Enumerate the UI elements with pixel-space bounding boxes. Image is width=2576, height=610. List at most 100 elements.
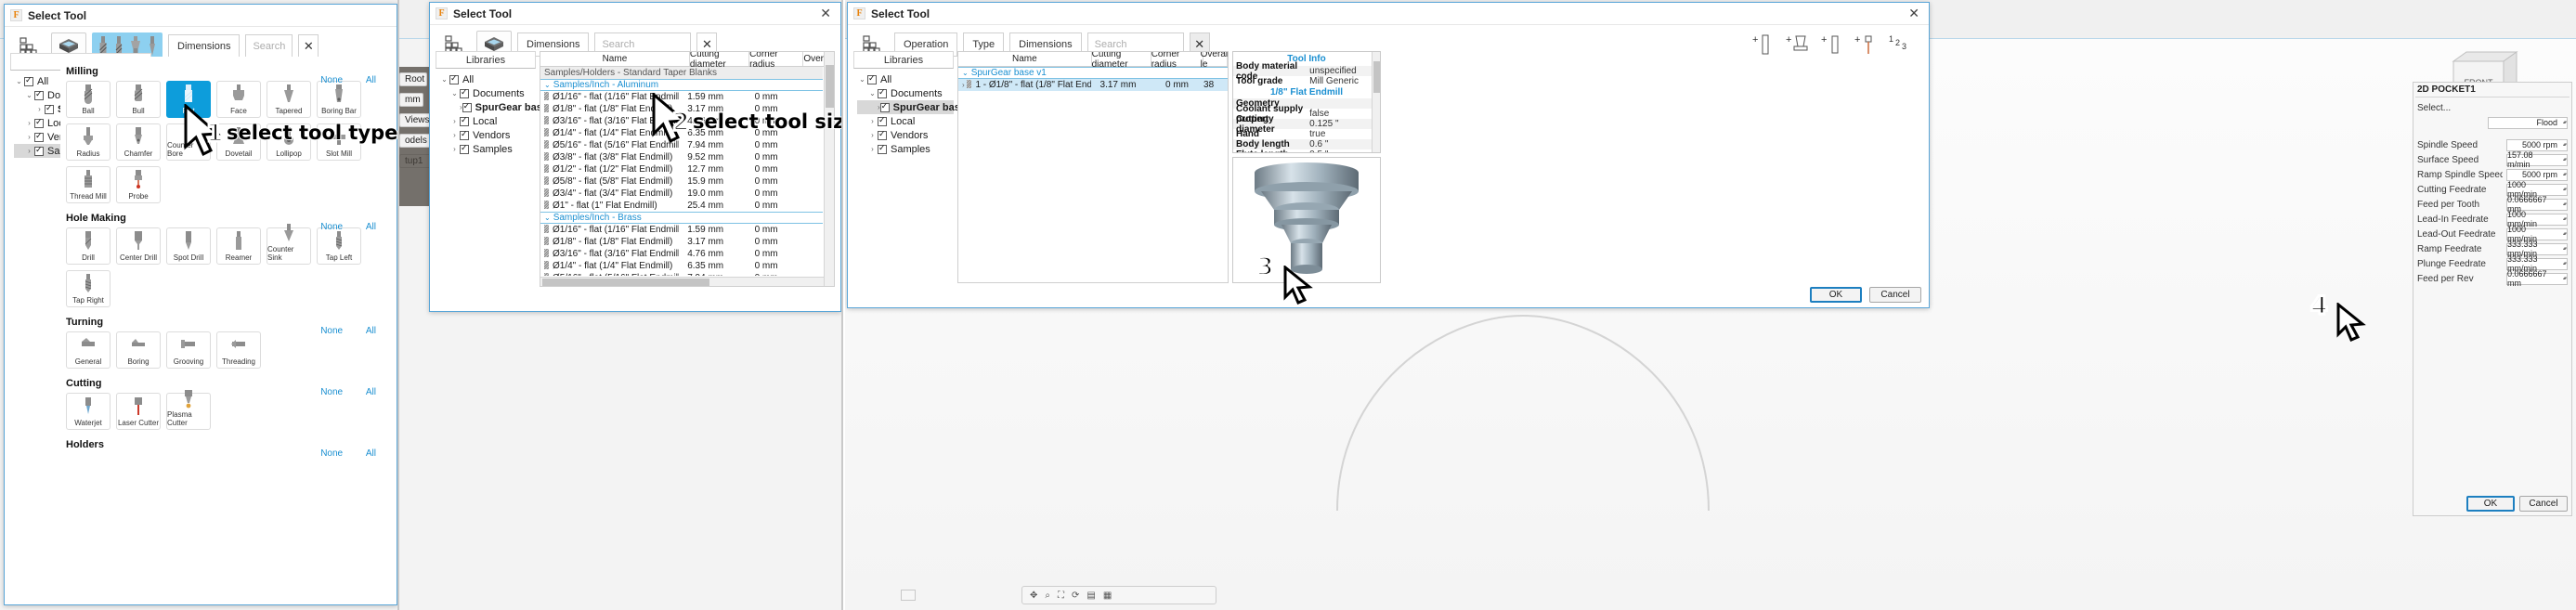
table-row[interactable]: Ø5/16" - flat (5/16" Flat Endmill) 7.94 … [540, 272, 823, 276]
table-vscrollbar-2[interactable] [824, 52, 834, 286]
vscroll-thumb-2[interactable] [826, 65, 834, 108]
pocket-param-value[interactable]: 333.333 mm/min [2506, 240, 2568, 258]
tree-checkbox[interactable] [24, 75, 33, 86]
tree-checkbox[interactable] [34, 89, 44, 100]
tool-card-tapered[interactable]: Tapered [267, 81, 311, 118]
tool-table-body-3[interactable]: ⌄ SpurGear base v1 › 1 - Ø1/8" - flat (1/… [958, 67, 1228, 282]
new-holder-icon[interactable]: + [1786, 32, 1808, 58]
tree-expand-icon[interactable]: ⌄ [867, 89, 878, 97]
tree-expand-icon[interactable]: › [24, 133, 34, 141]
tool-card-plasma-cutter[interactable]: Plasma Cutter [166, 390, 211, 430]
tool-card-flat[interactable]: Flat [166, 81, 211, 118]
tool-card-chamfer[interactable]: Chamfer [116, 123, 161, 161]
nav-fit-icon[interactable]: ⛶ [1058, 591, 1064, 601]
tree-item-vendors[interactable]: › Vendors [439, 128, 536, 142]
pocket-param-value[interactable]: 0.0666667 mm [2506, 195, 2568, 214]
tree-expand-icon[interactable]: › [24, 119, 34, 127]
pocket-param-value[interactable]: 1000 mm/min [2506, 180, 2568, 199]
select-tool-ok-button[interactable]: OK [1810, 287, 1862, 303]
select-all-link-4[interactable]: All [366, 448, 376, 459]
pocket-param-value[interactable]: 5000 rpm [2506, 168, 2568, 181]
tree-expand-icon[interactable]: › [867, 145, 878, 153]
tree-item-local[interactable]: › Local [857, 114, 954, 128]
tool-card-boring[interactable]: Boring [116, 331, 161, 369]
table-row[interactable]: Ø3/16" - flat (3/16" Flat Endmill) 4.76 … [540, 248, 823, 260]
tool-card-probe[interactable]: Probe [116, 166, 161, 203]
tree-item-documents[interactable]: ⌄ Documents [857, 86, 954, 100]
tool-card-spot-drill[interactable]: Spot Drill [166, 227, 211, 265]
tool-card-radius[interactable]: Radius [66, 123, 111, 161]
new-mill-tool-icon[interactable]: + [1752, 32, 1773, 58]
tree-checkbox[interactable] [460, 143, 469, 154]
pocket-param-value[interactable]: 157.08 m/min [2506, 150, 2568, 169]
tool-card-counter-bore[interactable]: Counter Bore [166, 120, 211, 161]
libraries-tree-3[interactable]: ⌄ All ⌄ Documents › SpurGear base v1 › L… [853, 69, 980, 156]
nav-display-icon[interactable]: ▤ [1086, 591, 1095, 601]
table-row[interactable]: Ø1" - flat (1" Flat Endmill) 25.4 mm 0 m… [540, 200, 823, 212]
tree-item-samples[interactable]: › Samples [439, 142, 536, 156]
tree-expand-icon[interactable]: ⌄ [857, 75, 867, 84]
table-hscrollbar-2[interactable] [540, 277, 824, 286]
search-input[interactable]: Search [245, 33, 293, 58]
info-vscroll-thumb[interactable] [1373, 61, 1380, 93]
column-header-cutting-diameter[interactable]: Cutting diameter [1092, 52, 1151, 70]
select-none-link-3[interactable]: None [320, 387, 343, 397]
select-all-link-0[interactable]: All [366, 75, 376, 85]
pocket-param-value[interactable]: 1000 mm/min [2506, 225, 2568, 243]
pocket-param-value[interactable]: 1000 mm/min [2506, 210, 2568, 228]
tool-card-threading[interactable]: Threading [216, 331, 261, 369]
tree-expand-icon[interactable]: ⌄ [439, 75, 449, 84]
tree-checkbox[interactable] [462, 101, 472, 112]
nav-orbit-icon[interactable]: ⟳ [1072, 591, 1079, 601]
table-row[interactable]: Ø3/8" - flat (3/8" Flat Endmill) 9.52 mm… [540, 151, 823, 163]
tree-expand-icon[interactable]: ⌄ [14, 77, 24, 85]
select-all-link-1[interactable]: All [366, 222, 376, 232]
column-header-name[interactable]: Name [958, 52, 1092, 66]
nav-grid-icon[interactable]: ▦ [1103, 591, 1112, 601]
table-group-link-row[interactable]: ⌄ Samples/Inch - Brass [540, 212, 823, 224]
tool-card-dovetail[interactable]: Dovetail [216, 123, 261, 161]
pocket-select-row[interactable]: Select... [2413, 100, 2571, 115]
table-row[interactable]: Ø3/4" - flat (3/4" Flat Endmill) 19.0 mm… [540, 188, 823, 200]
tool-card-center-drill[interactable]: Center Drill [116, 227, 161, 265]
pocket-param-value[interactable]: 333.333 mm/min [2506, 254, 2568, 273]
tree-item-local[interactable]: › Local [439, 114, 536, 128]
tool-card-slot-mill[interactable]: Slot Mill [317, 123, 361, 161]
table-row[interactable]: Ø1/2" - flat (1/2" Flat Endmill) 12.7 mm… [540, 163, 823, 175]
select-none-link-2[interactable]: None [320, 326, 343, 336]
tree-checkbox[interactable] [879, 101, 890, 112]
tool-table-body-2[interactable]: Samples/Holders - Standard Taper Blanks ⌄… [540, 67, 823, 276]
select-tool-cancel-button[interactable]: Cancel [1869, 287, 1921, 303]
table-row[interactable]: › 1 - Ø1/8" - flat (1/8" Flat Endmill) 3… [958, 79, 1228, 91]
table-row[interactable]: Ø1/4" - flat (1/4" Flat Endmill) 6.35 mm… [540, 127, 823, 139]
pocket-param-value[interactable]: 0.0666667 mm [2506, 269, 2568, 288]
renumber-tools-icon[interactable]: 1 2 3 [1888, 32, 1912, 58]
tree-checkbox[interactable] [45, 103, 54, 114]
tree-checkbox[interactable] [449, 73, 459, 84]
close-icon-3[interactable]: ✕ [1905, 6, 1923, 21]
tool-card-face[interactable]: Face [216, 81, 261, 118]
pocket-cancel-button[interactable]: Cancel [2519, 496, 2568, 512]
select-all-link-3[interactable]: All [366, 387, 376, 397]
tree-expand-icon[interactable]: › [34, 105, 45, 113]
tool-card-ball[interactable]: Ball [66, 81, 111, 118]
tree-item-all[interactable]: ⌄ All [857, 72, 954, 86]
pocket-coolant-row[interactable]: Flood [2413, 115, 2571, 130]
table-row[interactable]: Ø1/8" - flat (1/8" Flat Endmill) 3.17 mm… [540, 103, 823, 115]
table-row[interactable]: Ø3/16" - flat (3/16" Flat Endmill) 4.76 … [540, 115, 823, 127]
tree-checkbox[interactable] [34, 131, 44, 142]
tool-card-grooving[interactable]: Grooving [166, 331, 211, 369]
select-none-link-4[interactable]: None [320, 448, 343, 459]
tree-item-spurgear-base-v1[interactable]: › SpurGear base v1 [857, 100, 980, 114]
new-probe-icon[interactable]: + [1854, 32, 1875, 58]
tool-card-waterjet[interactable]: Waterjet [66, 393, 111, 430]
table-group-link-row[interactable]: ⌄ SpurGear base v1 [958, 67, 1228, 79]
select-none-link-0[interactable]: None [320, 75, 343, 85]
column-header-cutting-diameter[interactable]: Cutting diameter [690, 52, 750, 70]
tree-expand-icon[interactable]: › [449, 145, 460, 153]
column-header-overall-le[interactable]: Overall le [1201, 52, 1228, 70]
tool-card-general[interactable]: General [66, 331, 111, 369]
tree-checkbox[interactable] [878, 129, 887, 140]
tree-checkbox[interactable] [460, 115, 469, 126]
tree-checkbox[interactable] [878, 115, 887, 126]
